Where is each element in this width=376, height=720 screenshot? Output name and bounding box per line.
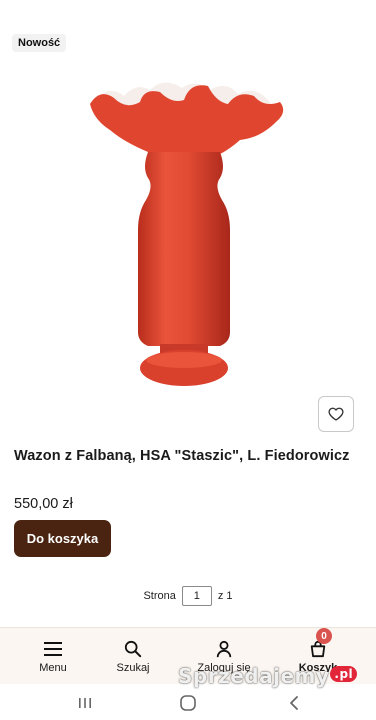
back-button[interactable]	[283, 692, 305, 714]
new-badge: Nowość	[12, 34, 67, 52]
recent-apps-button[interactable]	[74, 692, 96, 714]
product-title: Wazon z Falbaną, HSA "Staszic", L. Fiedo…	[14, 448, 350, 464]
watermark-text: Sprzedajemy	[178, 664, 330, 688]
vase-illustration	[90, 82, 284, 386]
watermark-logo: Sprzedajemy .pl	[178, 664, 358, 688]
pager-prefix: Strona	[143, 590, 176, 602]
nav-search[interactable]: Szukaj	[102, 628, 164, 685]
product-price: 550,00 zł	[14, 496, 73, 512]
page-number-input[interactable]: 1	[181, 586, 212, 606]
pagination: Strona 1 z 1	[0, 586, 376, 606]
home-icon	[180, 695, 196, 711]
heart-icon	[328, 407, 344, 421]
nav-menu[interactable]: Menu	[22, 628, 84, 685]
system-navigation-bar	[0, 684, 376, 720]
add-to-cart-button[interactable]: Do koszyka	[14, 520, 111, 557]
home-button[interactable]	[177, 692, 199, 714]
recent-apps-icon	[79, 698, 91, 708]
product-image[interactable]	[14, 60, 362, 410]
nav-menu-label: Menu	[39, 662, 67, 674]
nav-search-label: Szukaj	[116, 662, 150, 674]
user-icon	[213, 638, 235, 660]
search-icon	[122, 638, 144, 660]
back-icon	[290, 696, 298, 710]
favorite-button[interactable]	[318, 396, 354, 432]
pager-suffix: z 1	[217, 590, 233, 602]
watermark-suffix: .pl	[330, 666, 358, 682]
cart-count-badge: 0	[316, 628, 332, 644]
hamburger-icon	[42, 638, 64, 660]
